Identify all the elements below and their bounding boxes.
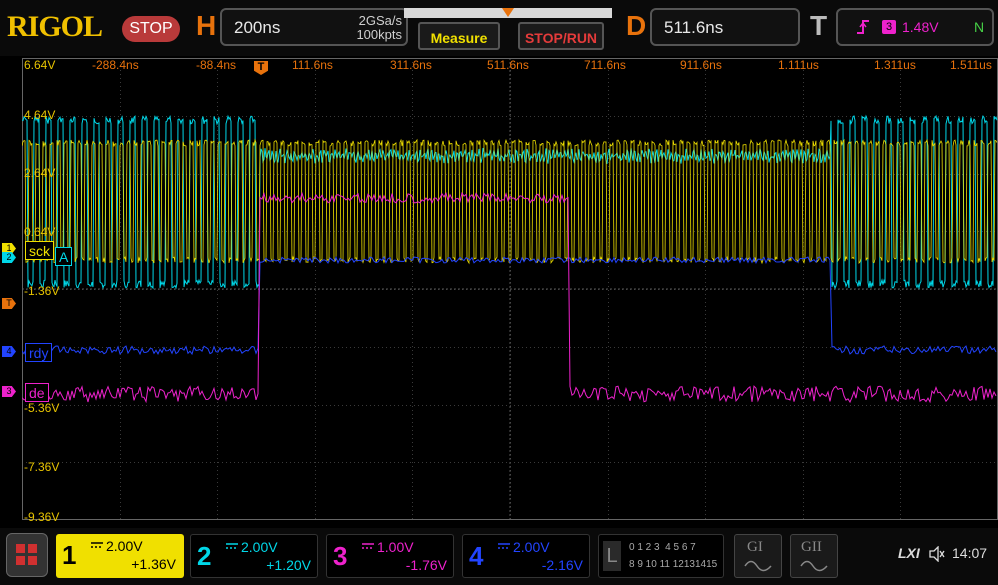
trigger-level-marker[interactable]: T — [2, 298, 16, 309]
logic-channels-row1: 0 1 2 3 4 5 6 7 — [629, 542, 696, 553]
volt-label: -9.36V — [24, 510, 60, 524]
ch1-offset: +1.36V — [131, 556, 176, 572]
logic-analyzer-settings[interactable]: L 0 1 2 3 4 5 6 7 8 9 10 11 12131415 — [598, 534, 724, 578]
time-label: 111.6ns — [292, 58, 333, 72]
volt-label: 2.64V — [24, 166, 56, 180]
ch1-settings[interactable]: 1 2.00V +1.36V — [56, 534, 184, 578]
sine-wave-icon — [800, 560, 828, 572]
ch4-offset: -2.16V — [541, 557, 583, 573]
horizontal-letter: H — [196, 10, 217, 41]
lxi-logo: LXI — [898, 545, 920, 561]
brand-logo: RIGOL — [7, 10, 103, 43]
trigger-letter: T — [810, 10, 828, 41]
measure-button[interactable]: Measure — [418, 22, 500, 50]
delay-panel[interactable]: 511.6ns — [650, 8, 800, 46]
trigger-sweep-mode: N — [974, 19, 985, 35]
logic-letter: L — [603, 541, 621, 571]
time-label: 311.6ns — [390, 58, 432, 72]
ch4-number: 4 — [469, 541, 484, 571]
waveform-display[interactable] — [22, 58, 998, 520]
delay-letter: D — [626, 10, 647, 41]
clock-time: 14:07 — [952, 545, 988, 561]
timebase-value: 200ns — [234, 18, 281, 37]
speaker-muted-icon[interactable] — [928, 546, 946, 562]
ch3-label: de — [25, 383, 49, 402]
top-status-bar: RIGOL STOP H 200ns 2GSa/s 100kpts Measur… — [0, 0, 998, 56]
ch4-offset-marker[interactable]: 4 — [2, 346, 16, 357]
memory-depth: 100kpts — [356, 27, 402, 42]
time-label: -88.4ns — [196, 58, 237, 72]
ch3-number: 3 — [333, 541, 348, 571]
trigger-source: 3 — [882, 20, 896, 34]
ch3-settings[interactable]: 3 1.00V -1.76V — [326, 534, 454, 578]
logic-channels-row2: 8 9 10 11 12131415 — [629, 559, 718, 570]
dc-coupling-icon — [362, 543, 374, 549]
time-label: 1.511us — [950, 58, 992, 72]
math-gi-settings[interactable]: GI — [734, 534, 782, 578]
ch2-scale: 2.00V — [241, 539, 278, 555]
trigger-level: 1.48V — [902, 19, 939, 35]
ch1-number: 1 — [62, 540, 77, 570]
grid-menu-glyph — [16, 544, 37, 565]
time-label: 1.311us — [874, 58, 916, 72]
ch2-number: 2 — [197, 541, 212, 571]
time-label: -288.4ns — [92, 58, 139, 72]
ch4-settings[interactable]: 4 2.00V -2.16V — [462, 534, 590, 578]
rising-edge-icon — [857, 20, 869, 34]
ch4-label: rdy — [25, 343, 53, 362]
math-gii-settings[interactable]: GII — [790, 534, 838, 578]
math-gi-label: GI — [747, 539, 763, 555]
ch3-scale: 1.00V — [377, 539, 414, 555]
sample-rate: 2GSa/s — [358, 13, 402, 28]
run-state-badge[interactable]: STOP — [122, 16, 180, 42]
delay-value: 511.6ns — [664, 18, 724, 37]
volt-label: -1.36V — [24, 284, 60, 298]
ch2-offset-marker[interactable]: 2 — [2, 252, 16, 263]
volt-label: -7.36V — [24, 460, 60, 474]
ch1-scale: 2.00V — [106, 538, 143, 554]
dc-coupling-icon — [226, 543, 238, 549]
memory-overview-strip — [404, 8, 612, 18]
stop-run-button[interactable]: STOP/RUN — [518, 22, 604, 50]
volt-label: -5.36V — [24, 401, 60, 415]
math-gii-label: GII — [801, 539, 822, 555]
horizontal-panel[interactable]: 200ns 2GSa/s 100kpts — [220, 8, 408, 46]
trigger-panel[interactable]: 3 1.48V N — [836, 8, 994, 46]
ch1-label: sck — [25, 241, 54, 260]
ch2-settings[interactable]: 2 2.00V +1.20V — [190, 534, 318, 578]
volt-label: 0.64V — [24, 225, 56, 239]
dc-coupling-icon — [498, 543, 510, 549]
ch3-offset-marker[interactable]: 3 — [2, 386, 16, 397]
time-label: 911.6ns — [680, 58, 722, 72]
ch3-offset: -1.76V — [405, 557, 447, 573]
dc-coupling-icon — [91, 542, 103, 548]
time-label: 511.6ns — [487, 58, 529, 72]
volt-label: 4.64V — [24, 108, 56, 122]
ch2-label: A — [55, 247, 73, 266]
volt-label: 6.64V — [24, 58, 56, 72]
ch2-offset: +1.20V — [266, 557, 311, 573]
sine-wave-icon — [744, 560, 772, 572]
time-label: 711.6ns — [584, 58, 626, 72]
grid-menu-icon[interactable] — [6, 533, 48, 577]
ch4-scale: 2.00V — [513, 539, 550, 555]
time-label: 1.111us — [778, 58, 819, 72]
